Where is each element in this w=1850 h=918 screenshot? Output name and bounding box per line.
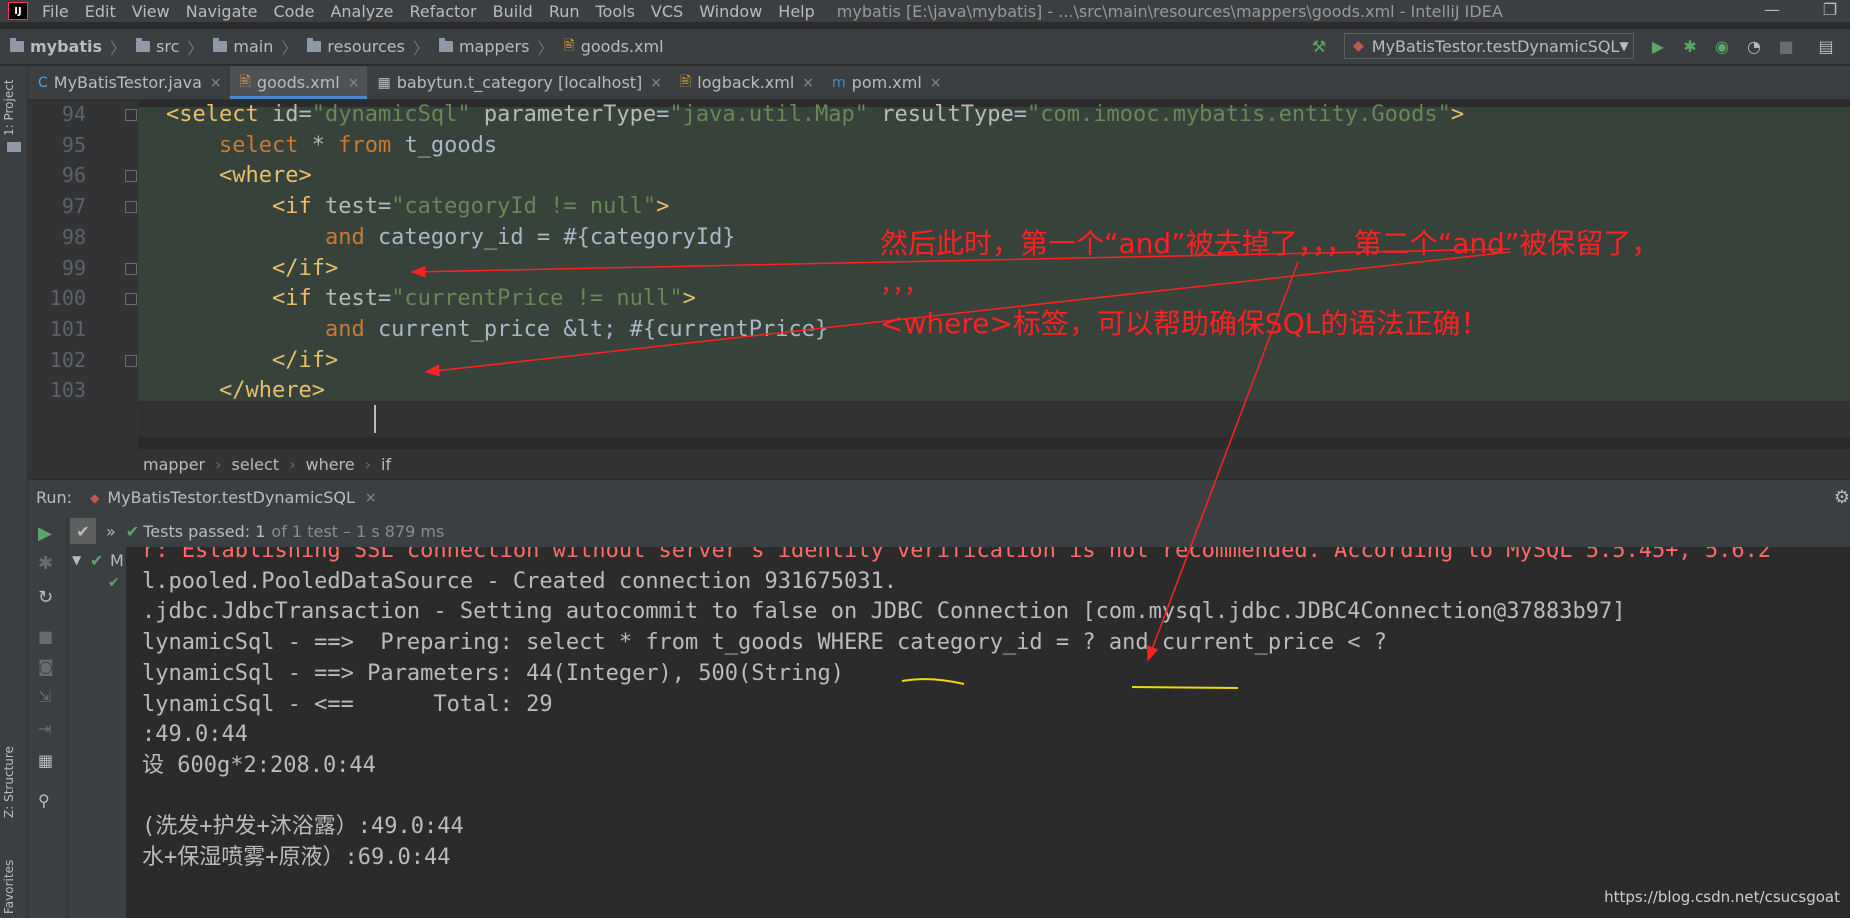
annotation-overlay	[410, 248, 1511, 689]
annotation-arrow	[1147, 261, 1299, 662]
watermark: https://blog.csdn.net/csucsgoat	[1604, 888, 1840, 906]
annotation-arrow	[410, 248, 1511, 278]
highlight-underline	[1131, 686, 1239, 689]
annotation-arrow	[424, 251, 1511, 377]
highlight-underline	[901, 678, 965, 685]
